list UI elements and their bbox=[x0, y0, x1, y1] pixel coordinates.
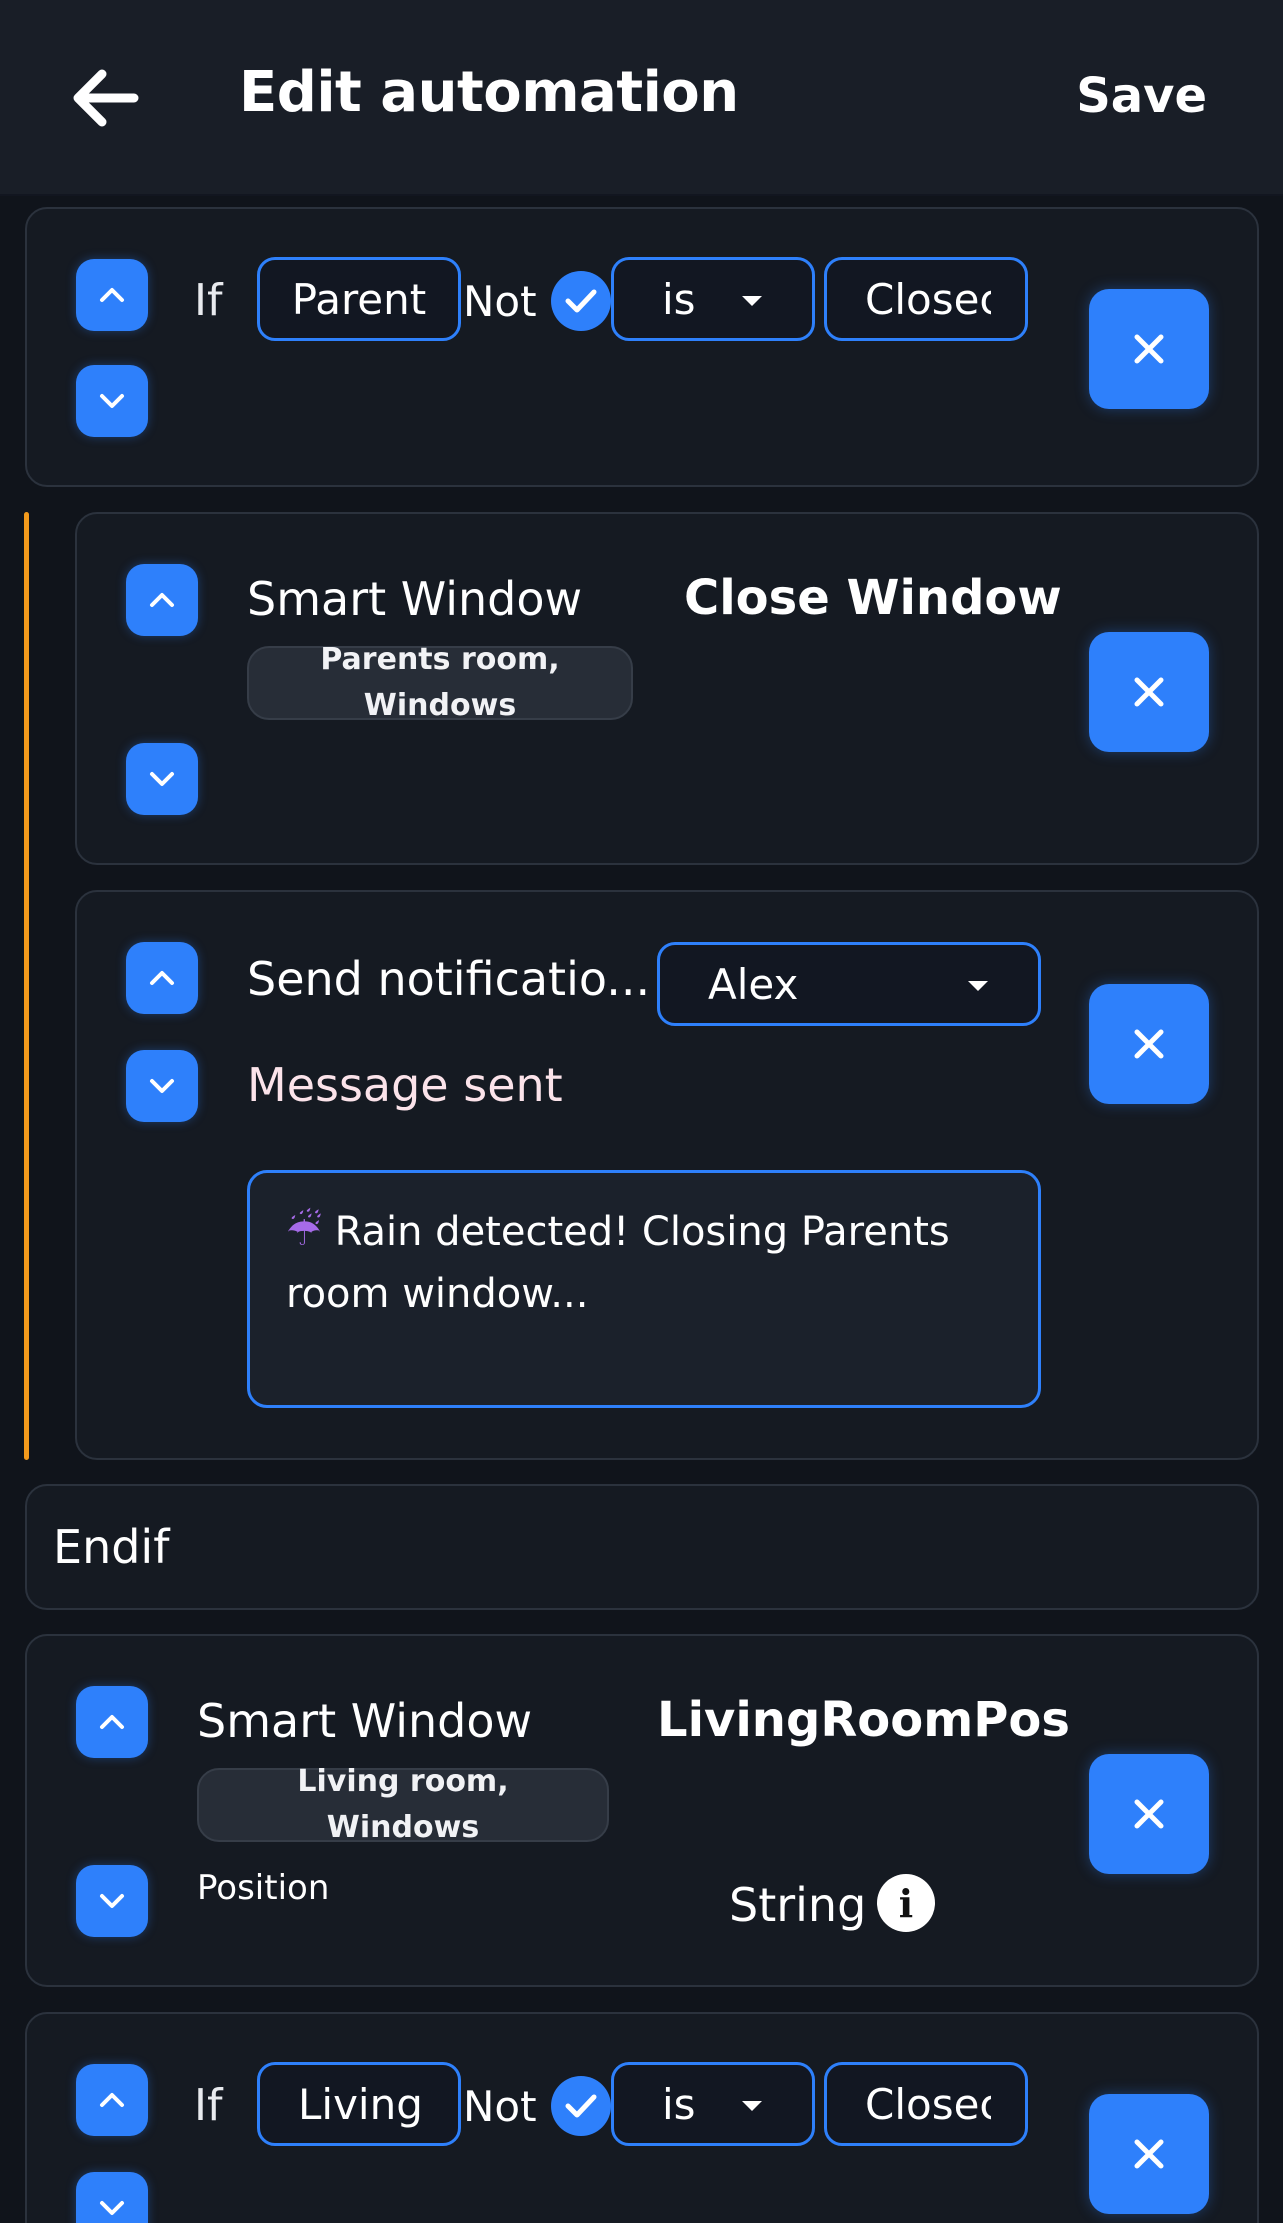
delete-block-button[interactable] bbox=[1089, 2094, 1209, 2214]
not-label: Not bbox=[463, 277, 537, 326]
close-icon bbox=[1134, 2139, 1164, 2169]
message-textarea[interactable]: ☔ Rain detected! Closing Parents room wi… bbox=[247, 1170, 1041, 1408]
move-up-button[interactable] bbox=[76, 2064, 148, 2136]
if-condition-card: If LivingI Not is Closec bbox=[25, 2012, 1259, 2223]
operator-value: is bbox=[662, 274, 696, 324]
if-condition-card: If Parent Not is Closec bbox=[25, 207, 1259, 487]
location-tag: Parents room, Windows bbox=[247, 642, 633, 723]
message-text: Rain detected! Closing Parents room wind… bbox=[286, 1209, 950, 1317]
condition-subject-field[interactable]: Parent bbox=[257, 257, 461, 341]
recipient-dropdown[interactable]: Alex bbox=[657, 942, 1041, 1026]
chevron-down-icon bbox=[150, 1079, 174, 1093]
variable-card: Smart Window Living room, Windows Living… bbox=[25, 1634, 1259, 1987]
endif-card: Endif bbox=[25, 1484, 1259, 1610]
if-keyword: If bbox=[194, 2080, 223, 2131]
message-label: Message sent bbox=[247, 1058, 563, 1112]
page-title: Edit automation bbox=[239, 60, 739, 125]
chevron-up-icon bbox=[100, 288, 124, 302]
condition-value: Closec bbox=[865, 274, 991, 324]
recipient-value: Alex bbox=[708, 959, 799, 1009]
close-icon bbox=[1134, 677, 1164, 707]
caret-down-icon bbox=[742, 2101, 762, 2111]
chevron-down-icon bbox=[100, 1894, 124, 1908]
move-down-button[interactable] bbox=[126, 743, 198, 815]
caret-down-icon bbox=[742, 296, 762, 306]
move-down-button[interactable] bbox=[76, 2172, 148, 2223]
delete-block-button[interactable] bbox=[1089, 984, 1209, 1104]
action-name: Close Window bbox=[684, 570, 1062, 626]
property-label: Position bbox=[197, 1868, 330, 1908]
condition-value-field[interactable]: Closec bbox=[824, 2062, 1028, 2146]
close-icon bbox=[1134, 1029, 1164, 1059]
condition-subject-field[interactable]: LivingI bbox=[257, 2062, 461, 2146]
endif-label: Endif bbox=[53, 1520, 170, 1574]
condition-value-field[interactable]: Closec bbox=[824, 257, 1028, 341]
back-button[interactable] bbox=[68, 64, 144, 132]
move-up-button[interactable] bbox=[126, 564, 198, 636]
condition-value: Closec bbox=[865, 2079, 991, 2129]
caret-down-icon bbox=[968, 981, 988, 991]
delete-block-button[interactable] bbox=[1089, 632, 1209, 752]
close-icon bbox=[1134, 334, 1164, 364]
chevron-down-icon bbox=[100, 2201, 124, 2215]
app-header: Edit automation Save bbox=[0, 0, 1283, 196]
arrow-left-icon bbox=[73, 69, 139, 127]
move-down-button[interactable] bbox=[126, 1050, 198, 1122]
checkmark-icon bbox=[565, 2094, 597, 2118]
condition-subject-value: LivingI bbox=[298, 2079, 424, 2129]
action-card: Smart Window Parents room, Windows Close… bbox=[75, 512, 1259, 865]
notification-card: Send notificatio... Alex Message sent ☔ … bbox=[75, 890, 1259, 1460]
nesting-indicator bbox=[24, 512, 29, 1460]
operator-value: is bbox=[662, 2079, 696, 2129]
if-keyword: If bbox=[194, 275, 223, 326]
save-button[interactable]: Save bbox=[1076, 68, 1207, 124]
checkmark-icon bbox=[565, 289, 597, 313]
not-checkbox[interactable] bbox=[551, 271, 611, 331]
info-icon[interactable]: i bbox=[877, 1874, 935, 1932]
move-up-button[interactable] bbox=[76, 1686, 148, 1758]
condition-subject-value: Parent bbox=[291, 274, 427, 324]
close-icon bbox=[1134, 1799, 1164, 1829]
chevron-down-icon bbox=[150, 772, 174, 786]
chevron-up-icon bbox=[150, 971, 174, 985]
not-checkbox[interactable] bbox=[551, 2076, 611, 2136]
delete-block-button[interactable] bbox=[1089, 289, 1209, 409]
variable-name: LivingRoomPos bbox=[657, 1692, 1070, 1748]
notification-label: Send notificatio... bbox=[247, 952, 651, 1006]
chevron-up-icon bbox=[100, 2093, 124, 2107]
operator-dropdown[interactable]: is bbox=[611, 2062, 815, 2146]
move-up-button[interactable] bbox=[76, 259, 148, 331]
data-type-label: String bbox=[729, 1878, 867, 1932]
location-tag: Living room, Windows bbox=[197, 1764, 609, 1845]
umbrella-rain-icon: ☔ bbox=[286, 1209, 322, 1255]
delete-block-button[interactable] bbox=[1089, 1754, 1209, 1874]
chevron-down-icon bbox=[100, 394, 124, 408]
chevron-up-icon bbox=[150, 593, 174, 607]
move-down-button[interactable] bbox=[76, 365, 148, 437]
move-up-button[interactable] bbox=[126, 942, 198, 1014]
device-name: Smart Window bbox=[197, 1694, 533, 1748]
chevron-up-icon bbox=[100, 1715, 124, 1729]
move-down-button[interactable] bbox=[76, 1865, 148, 1937]
operator-dropdown[interactable]: is bbox=[611, 257, 815, 341]
not-label: Not bbox=[463, 2082, 537, 2131]
device-name: Smart Window bbox=[247, 572, 583, 626]
